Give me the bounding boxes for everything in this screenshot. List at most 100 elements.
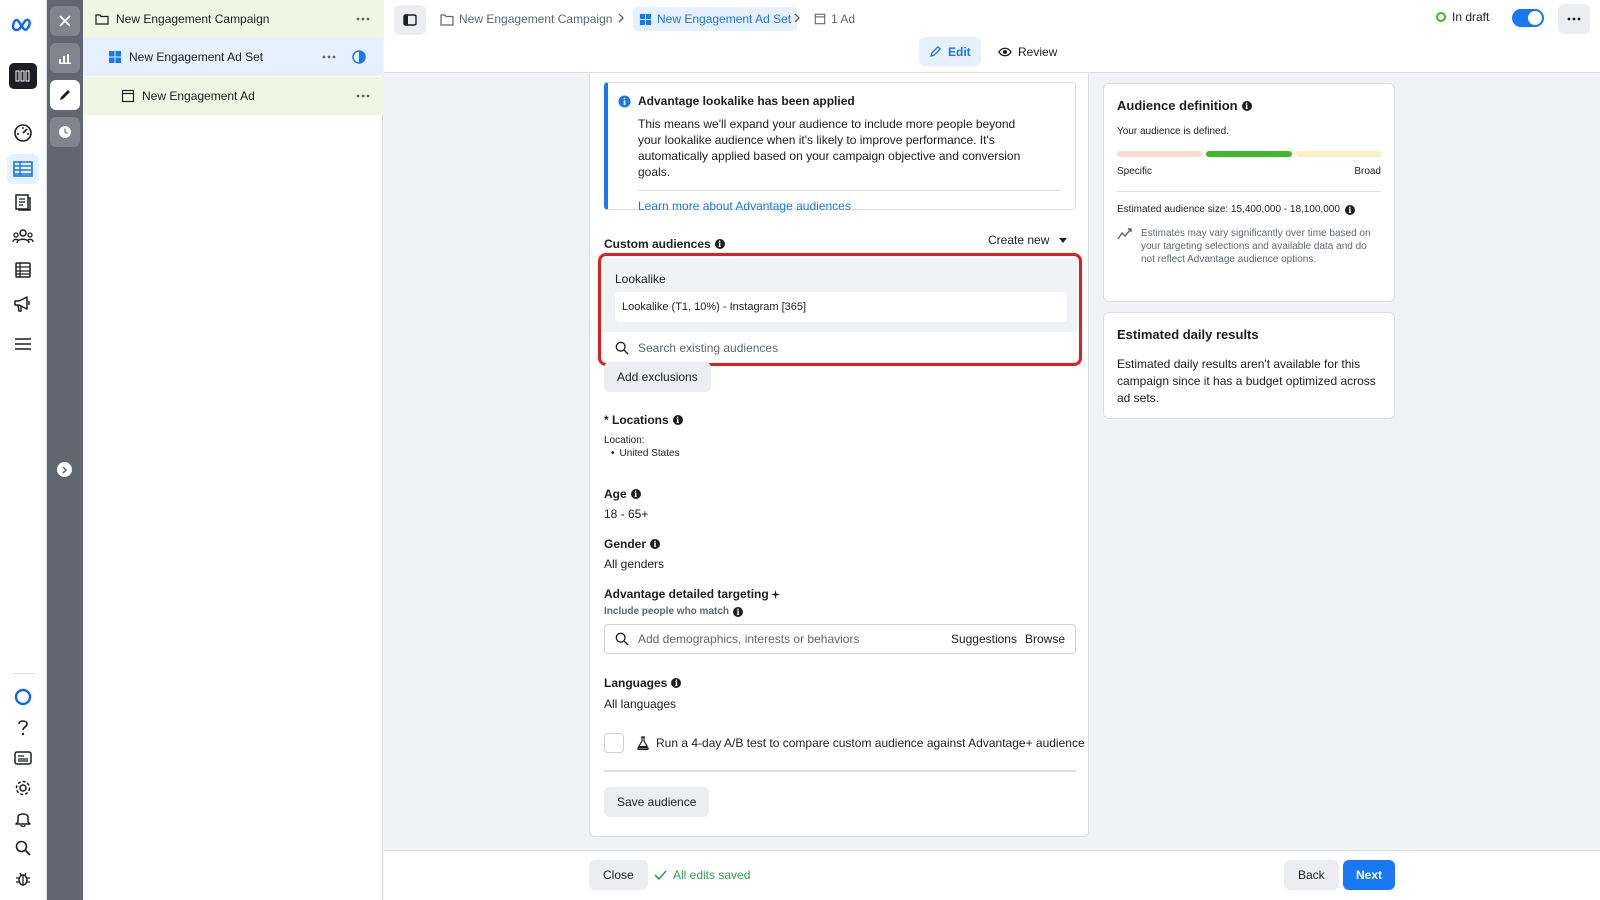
sparkle-icon [770, 589, 780, 599]
detailed-targeting-placeholder: Add demographics, interests or behaviors [638, 632, 860, 646]
notice-divider [638, 190, 1061, 191]
publish-toggle[interactable] [1512, 9, 1544, 27]
daily-results-title: Estimated daily results [1117, 327, 1259, 342]
breadcrumb-campaign[interactable]: New Engagement Campaign [440, 7, 612, 31]
custom-audience-selector: Lookalike Lookalike (T1, 10%) - Instagra… [598, 253, 1082, 366]
info-icon[interactable]: i [630, 489, 641, 499]
ad-page-icon [814, 13, 826, 25]
info-icon[interactable]: i [672, 415, 683, 425]
meta-logo-icon[interactable] [11, 12, 35, 36]
edit-pencil-button[interactable] [50, 80, 80, 110]
chevron-right-icon [794, 13, 800, 23]
top-more-button[interactable] [1558, 4, 1590, 34]
ads-manager-table-icon[interactable] [7, 154, 39, 184]
learn-more-link[interactable]: Learn more about Advantage audiences [638, 199, 851, 213]
info-icon[interactable]: i [714, 239, 725, 249]
detailed-targeting-label-text: Advantage detailed targeting [604, 587, 769, 601]
close-editor-button[interactable] [50, 6, 80, 36]
selected-audience-chip[interactable]: Lookalike (T1, 10%) - Instagram [365] [615, 292, 1067, 322]
search-audiences-input[interactable]: Search existing audiences [603, 334, 1077, 362]
tree-item-adset[interactable]: New Engagement Ad Set [83, 38, 383, 76]
locations-label-text: * Locations [604, 413, 669, 427]
create-new-dropdown[interactable]: Create new [988, 233, 1068, 247]
news-feed-icon[interactable] [11, 746, 35, 770]
account-avatar[interactable] [9, 63, 37, 89]
audience-definition-title: Audience definition i [1117, 98, 1381, 113]
location-sub-label: Location: [604, 435, 645, 446]
saved-status-label: All edits saved [673, 868, 751, 882]
gender-label-text: Gender [604, 537, 647, 551]
daily-results-card: Estimated daily results Estimated daily … [1103, 312, 1395, 419]
top-bar: New Engagement Campaign New Engagement A… [384, 0, 1600, 73]
ab-test-checkbox[interactable] [604, 733, 624, 753]
search-icon[interactable] [11, 836, 35, 860]
meter-broad-segment [1295, 151, 1381, 157]
breadcrumb-adset[interactable]: New Engagement Ad Set [633, 7, 798, 31]
info-icon[interactable]: i [1241, 100, 1252, 111]
back-button[interactable]: Back [1284, 860, 1339, 890]
help-icon[interactable] [11, 716, 35, 740]
pages-icon[interactable] [11, 190, 35, 214]
notifications-bell-icon[interactable] [11, 806, 35, 830]
gender-value: All genders [604, 557, 665, 571]
save-audience-button[interactable]: Save audience [604, 787, 710, 817]
tab-review[interactable]: Review [988, 37, 1067, 66]
history-clock-icon[interactable] [50, 117, 80, 147]
age-label: Age i [604, 487, 641, 501]
more-options-icon[interactable] [319, 47, 339, 67]
audience-divider [1117, 191, 1381, 192]
info-icon[interactable]: i [733, 606, 744, 617]
tree-item-ad[interactable]: New Engagement Ad [83, 77, 383, 115]
languages-label-text: Languages [604, 676, 668, 690]
settings-gear-icon[interactable] [11, 776, 35, 800]
add-exclusions-button[interactable]: Add exclusions [604, 362, 711, 392]
campaigns-megaphone-icon[interactable] [11, 292, 35, 316]
tab-edit[interactable]: Edit [919, 37, 981, 66]
search-icon [615, 632, 629, 646]
location-value: • United States [611, 448, 680, 459]
breadcrumb-ad[interactable]: 1 Ad [814, 7, 855, 31]
ab-test-label: Run a 4-day A/B test to compare custom a… [656, 736, 1085, 750]
create-new-label: Create new [988, 233, 1050, 247]
eye-icon [998, 47, 1012, 56]
menu-icon[interactable] [11, 332, 35, 356]
close-button[interactable]: Close [589, 860, 648, 890]
audiences-icon[interactable] [11, 224, 35, 248]
tree-item-campaign[interactable]: New Engagement Campaign [83, 0, 383, 38]
info-icon[interactable]: i [1344, 204, 1355, 215]
tree-campaign-label: New Engagement Campaign [116, 12, 270, 26]
half-circle-status-icon[interactable] [349, 47, 369, 67]
close-label: Close [603, 868, 634, 882]
meter-broad-label: Broad [1354, 166, 1381, 177]
age-value: 18 - 65+ [604, 507, 649, 521]
catalog-icon[interactable] [11, 258, 35, 282]
saved-status: All edits saved [654, 868, 750, 882]
more-options-icon[interactable] [353, 86, 373, 106]
suggestions-link[interactable]: Suggestions [951, 632, 1017, 646]
selected-audience-label: Lookalike (T1, 10%) - Instagram [365] [622, 301, 807, 313]
expand-panel-button[interactable] [57, 462, 72, 477]
dashboard-icon[interactable] [11, 121, 35, 145]
more-options-icon[interactable] [353, 9, 373, 29]
meta-ai-icon[interactable] [11, 685, 35, 709]
bar-chart-icon[interactable] [50, 43, 80, 73]
detailed-targeting-sub-text: Include people who match [604, 606, 730, 617]
custom-audiences-label-text: Custom audiences [604, 237, 711, 251]
daily-results-body: Estimated daily results aren't available… [1117, 357, 1376, 405]
toggle-sidebar-button[interactable] [394, 5, 426, 35]
next-button[interactable]: Next [1343, 860, 1396, 890]
ab-test-option: Run a 4-day A/B test to compare custom a… [604, 733, 1085, 753]
folder-icon [440, 13, 454, 26]
audience-defined-text: Your audience is defined. [1117, 126, 1229, 137]
detailed-targeting-input[interactable]: Add demographics, interests or behaviors… [604, 624, 1076, 654]
trend-line-icon [1117, 228, 1132, 240]
info-icon [618, 95, 631, 108]
browse-link[interactable]: Browse [1025, 632, 1065, 646]
info-icon[interactable]: i [671, 678, 682, 688]
breadcrumb-adset-label: New Engagement Ad Set [657, 12, 792, 26]
info-icon[interactable]: i [650, 539, 661, 549]
draft-status-icon [1436, 12, 1446, 22]
caret-down-icon [1059, 237, 1068, 243]
draft-status-label: In draft [1452, 10, 1490, 24]
report-bug-icon[interactable] [11, 866, 35, 890]
